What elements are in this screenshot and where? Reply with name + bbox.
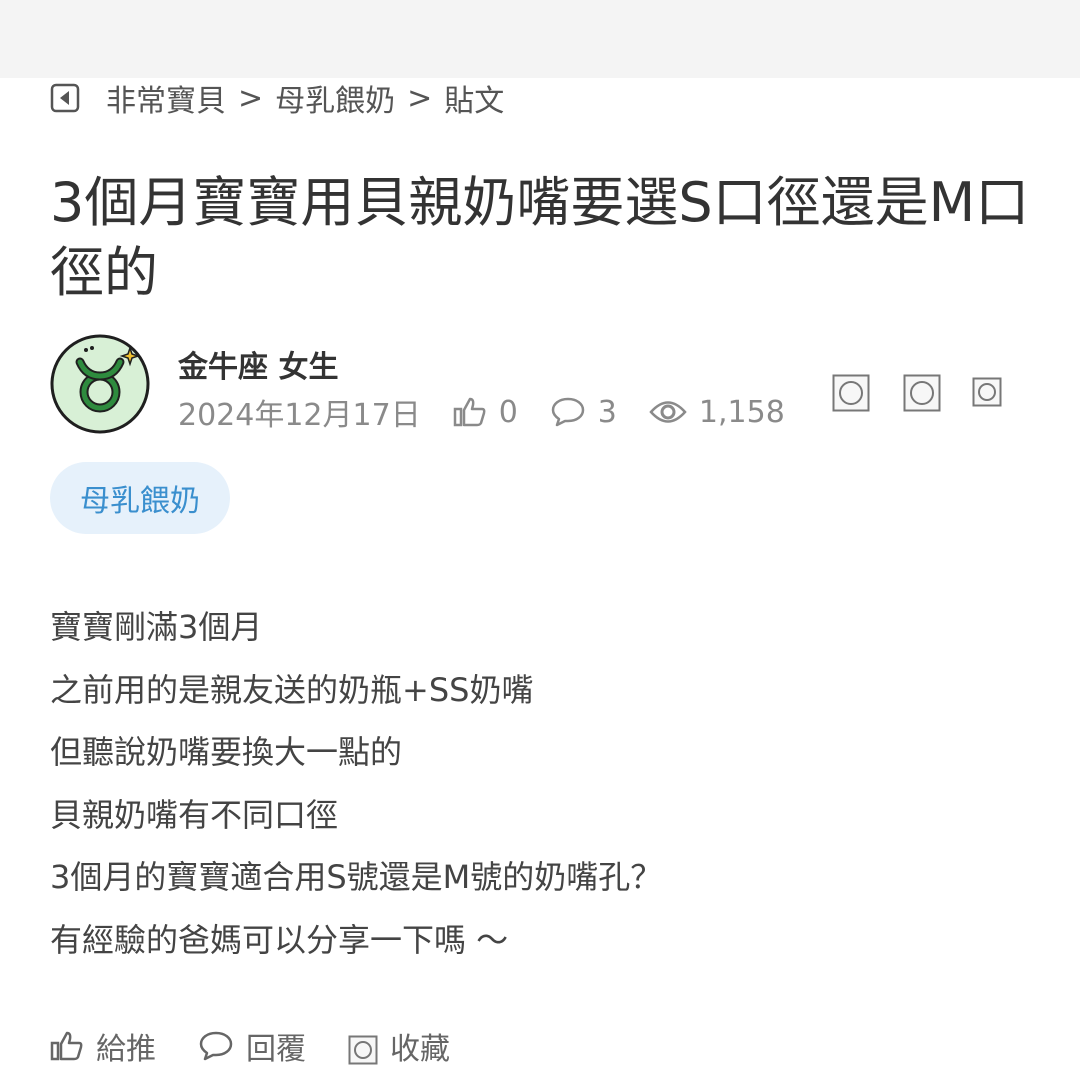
like-count: 0	[453, 395, 518, 430]
category-tag[interactable]: 母乳餵奶	[50, 462, 230, 534]
reply-button[interactable]: 回覆	[198, 1024, 306, 1068]
post-body-line: 3個月的寶寶適合用S號還是M號的奶嘴孔？	[50, 858, 663, 896]
post-body: 寶寶剛滿3個月 之前用的是親友送的奶瓶+SS奶嘴 但聽說奶嘴要換大一點的 貝親奶…	[50, 596, 1030, 971]
thumbs-up-icon	[453, 397, 486, 427]
like-button-label: 給推	[96, 1032, 156, 1067]
avatar[interactable]	[50, 334, 150, 434]
share-icon-3[interactable]	[972, 377, 1002, 411]
breadcrumb-item-home[interactable]: 非常寶貝	[106, 76, 226, 120]
save-button[interactable]: 收藏	[348, 1024, 450, 1068]
post-body-line: 之前用的是親友送的奶瓶+SS奶嘴	[50, 670, 534, 709]
eye-icon	[649, 401, 687, 423]
back-arrow-icon[interactable]	[50, 83, 80, 113]
comment-bubble-icon	[551, 397, 585, 427]
breadcrumb-separator: >	[238, 80, 264, 116]
breadcrumb-item-category[interactable]: 母乳餵奶	[275, 76, 395, 120]
post-body-line: 有經驗的爸媽可以分享一下嗎 ～	[50, 920, 509, 959]
like-button[interactable]: 給推	[50, 1024, 156, 1068]
breadcrumb: 非常寶貝 > 母乳餵奶 > 貼文	[50, 80, 504, 119]
post-body-line: 寶寶剛滿3個月	[50, 608, 263, 646]
bookmark-icon	[348, 1035, 378, 1065]
breadcrumb-item-current: 貼文	[444, 84, 505, 119]
comment-count: 3	[550, 395, 617, 430]
thumbs-up-icon	[50, 1031, 83, 1061]
save-button-label: 收藏	[390, 1032, 450, 1067]
reply-button-label: 回覆	[246, 1032, 306, 1067]
taurus-sign-icon	[50, 334, 150, 434]
breadcrumb-separator: >	[407, 80, 433, 116]
share-icon-2[interactable]	[903, 374, 941, 416]
post-title: 3個月寶寶用貝親奶嘴要選S口徑還是M口徑的	[50, 171, 1030, 304]
view-count-value: 1,158	[698, 394, 785, 430]
like-count-value: 0	[498, 394, 518, 430]
post-body-line: 貝親奶嘴有不同口徑	[50, 795, 339, 834]
author-name[interactable]: 金牛座 女生	[178, 342, 338, 386]
share-icon-1[interactable]	[832, 374, 870, 416]
action-bar: 給推 回覆 收藏	[50, 1024, 492, 1068]
post-meta: 2024年12月17日 0 3 1,158	[178, 392, 785, 434]
comment-count-value: 3	[597, 394, 617, 430]
post-body-line: 但聽說奶嘴要換大一點的	[50, 733, 403, 771]
post-date: 2024年12月17日	[178, 398, 421, 433]
view-count: 1,158	[649, 395, 785, 430]
comment-bubble-icon	[199, 1031, 233, 1061]
